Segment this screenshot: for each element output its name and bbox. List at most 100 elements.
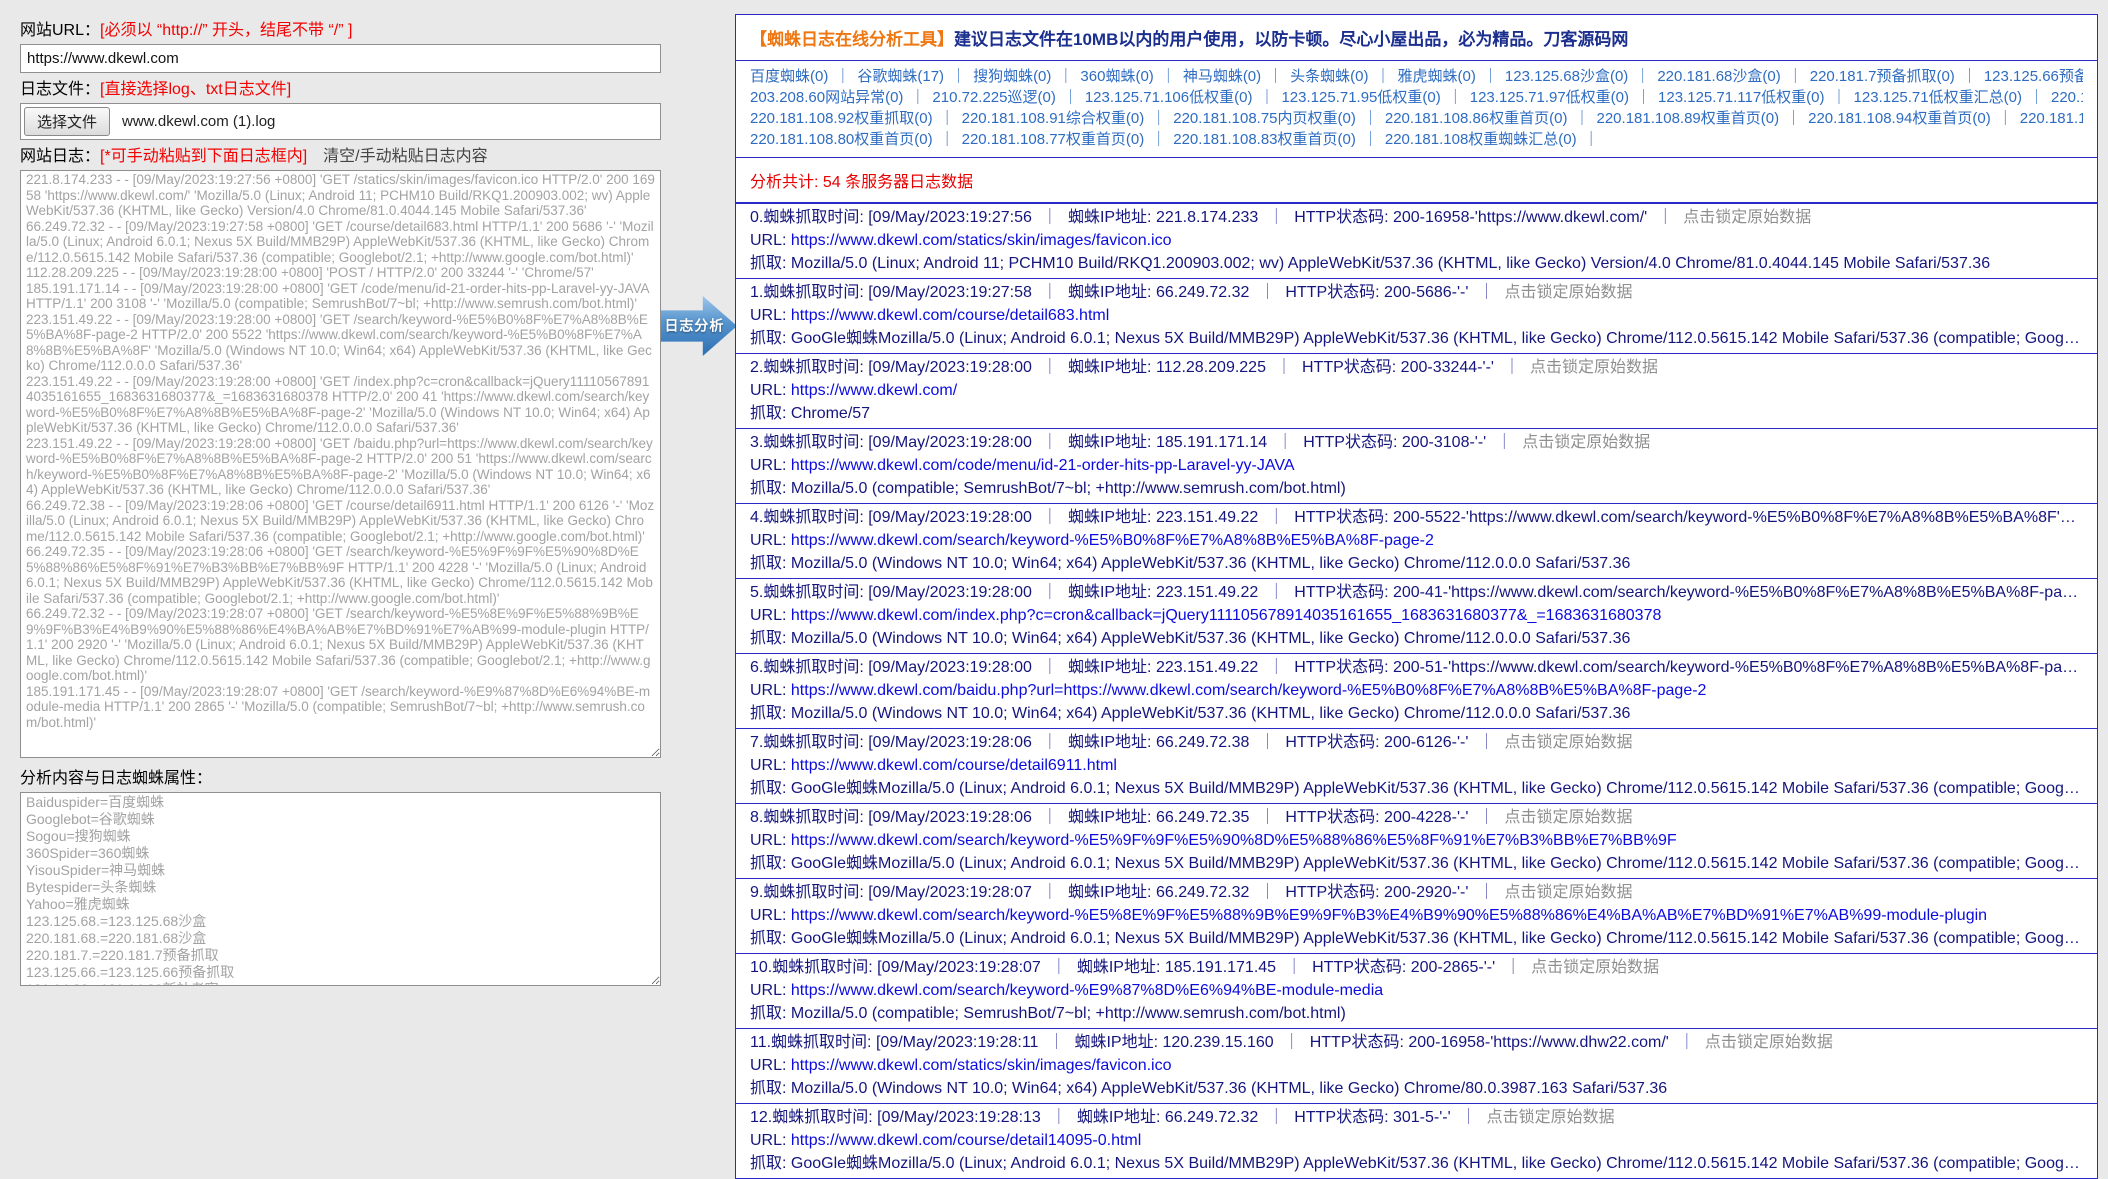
entry-url-line: URL: https://www.dkewl.com/ (750, 379, 2083, 402)
spider-filter-link[interactable]: 123.125.66预备抓取(0) (1984, 68, 2083, 85)
spider-filter-link[interactable]: 220.181.108.75内页权重(0) (1173, 110, 1356, 127)
separator: ｜ (835, 68, 851, 85)
entry-url-link[interactable]: https://www.dkewl.com/code/menu/id-21-or… (791, 457, 1295, 474)
choose-file-button[interactable]: 选择文件 (24, 107, 111, 136)
log-entry: 5.蜘蛛抓取时间: [09/May/2023:19:28:00 ｜ 蜘蛛IP地址: … (735, 578, 2098, 654)
clear-paste-log-link[interactable]: 清空/手动粘贴日志内容 (323, 148, 487, 165)
entry-http-status: HTTP状态码: 200-4228-'-' (1285, 809, 1469, 826)
lock-raw-data-link[interactable]: 点击锁定原始数据 (1504, 734, 1632, 751)
separator: ｜ (1268, 209, 1285, 226)
site-log-hint: [*可手动粘贴到下面日志框内] (100, 148, 308, 165)
lock-raw-data-link[interactable]: 点击锁定原始数据 (1504, 809, 1632, 826)
entry-ua-label: 抓取: (750, 855, 791, 872)
separator: ｜ (1478, 734, 1495, 751)
spider-filter-link[interactable]: 220.181.108权重蜘蛛汇总(0) (1385, 131, 1577, 148)
spider-filter-link[interactable]: 220.181.68沙盒(0) (1657, 68, 1780, 85)
entry-ua-value: GooGle蜘蛛Mozilla/5.0 (Linux; Android 6.0.… (790, 780, 2083, 797)
entry-meta-line: 9.蜘蛛抓取时间: [09/May/2023:19:28:07 ｜ 蜘蛛IP地址: … (750, 881, 2083, 904)
entry-meta-line: 1.蜘蛛抓取时间: [09/May/2023:19:27:58 ｜ 蜘蛛IP地址: … (750, 281, 2083, 304)
spider-filter-link[interactable]: 谷歌蜘蛛(17) (857, 68, 944, 85)
spider-filter-link[interactable]: 220.181.108.91综合权重(0) (962, 110, 1145, 127)
entry-url-link[interactable]: https://www.dkewl.com/baidu.php?url=http… (791, 682, 1707, 699)
spider-filter-link[interactable]: 360蜘蛛(0) (1080, 68, 1153, 85)
separator: ｜ (1574, 110, 1590, 127)
lock-raw-data-link[interactable]: 点击锁定原始数据 (1530, 359, 1658, 376)
spider-filter-row: 百度蜘蛛(0) ｜ 谷歌蜘蛛(17) ｜ 搜狗蜘蛛(0) ｜ 360蜘蛛(0) ｜ 神马蜘蛛(0… (750, 66, 2083, 87)
entry-meta-line: 2.蜘蛛抓取时间: [09/May/2023:19:28:00 ｜ 蜘蛛IP地址: … (750, 356, 2083, 379)
spider-filter-link[interactable]: 220.181.108.86权重首页(0) (1385, 110, 1568, 127)
analysis-summary: 分析共计: 54 条服务器日志数据 (735, 157, 2098, 203)
entry-url-link[interactable]: https://www.dkewl.com/index.php?c=cron&c… (791, 607, 1661, 624)
lock-raw-data-link[interactable]: 点击锁定原始数据 (1683, 209, 1811, 226)
entry-meta-line: 5.蜘蛛抓取时间: [09/May/2023:19:28:00 ｜ 蜘蛛IP地址: … (750, 581, 2083, 604)
spider-filter-link[interactable]: 123.125.71.106低权重(0) (1085, 89, 1253, 106)
spider-filter-link[interactable]: 220.181.108.77权重首页(0) (962, 131, 1145, 148)
entry-url-link[interactable]: https://www.dkewl.com/search/keyword-%E5… (791, 907, 1987, 924)
entry-url-link[interactable]: https://www.dkewl.com/statics/skin/image… (791, 1057, 1172, 1074)
lock-raw-data-link[interactable]: 点击锁定原始数据 (1522, 434, 1650, 451)
lock-raw-data-link[interactable]: 点击锁定原始数据 (1504, 884, 1632, 901)
entry-spider-ip: 蜘蛛IP地址: 112.28.209.225 (1067, 359, 1266, 376)
spider-filter-link[interactable]: 220.181.108.92权重抓取(0) (750, 110, 933, 127)
entry-ua-line: 抓取: Mozilla/5.0 (Windows NT 10.0; Win64;… (750, 552, 2083, 575)
spider-filter-link[interactable]: 123.125.71低权重汇总(0) (1854, 89, 2022, 106)
file-input[interactable]: 选择文件 www.dkewl.com (1).log (20, 103, 661, 140)
entry-url-link[interactable]: https://www.dkewl.com/ (791, 382, 957, 399)
spider-filter-link[interactable]: 搜狗蜘蛛(0) (973, 68, 1051, 85)
spider-filter-link[interactable]: 头条蜘蛛(0) (1290, 68, 1368, 85)
entry-url-link[interactable]: https://www.dkewl.com/course/detail6911.… (791, 757, 1117, 774)
entry-url-line: URL: https://www.dkewl.com/search/keywor… (750, 904, 2083, 927)
entry-url-link[interactable]: https://www.dkewl.com/search/keyword-%E5… (791, 532, 1434, 549)
spider-filter-link[interactable]: 220.181.108.89权重首页(0) (1597, 110, 1780, 127)
spider-attr-textarea[interactable]: Baiduspider=百度蜘蛛 Googlebot=谷歌蜘蛛 Sogou=搜狗… (20, 792, 661, 986)
entry-http-status: HTTP状态码: 200-41-'https://www.dkewl.com/s… (1294, 584, 2083, 601)
entry-url-line: URL: https://www.dkewl.com/code/menu/id-… (750, 454, 2083, 477)
entry-url-link[interactable]: https://www.dkewl.com/statics/skin/image… (791, 232, 1172, 249)
spider-filter-link[interactable]: 220.181.108.95隔日快照(0) (2051, 89, 2083, 106)
spider-filter-link[interactable]: 123.125.71.117低权重(0) (1658, 89, 1825, 106)
spider-filter-link[interactable]: 220.181.7预备抓取(0) (1810, 68, 1955, 85)
spider-filter-link[interactable]: 雅虎蜘蛛(0) (1398, 68, 1476, 85)
entry-http-status: HTTP状态码: 301-5-'-' (1294, 1109, 1451, 1126)
separator: ｜ (951, 68, 967, 85)
separator: ｜ (1375, 68, 1391, 85)
entry-crawl-time: 0.蜘蛛抓取时间: [09/May/2023:19:27:56 (750, 209, 1032, 226)
entry-url-link[interactable]: https://www.dkewl.com/course/detail683.h… (791, 307, 1109, 324)
raw-log-textarea[interactable]: 221.8.174.233 - - [09/May/2023:19:27:56 … (20, 170, 661, 758)
entry-url-link[interactable]: https://www.dkewl.com/search/keyword-%E9… (791, 982, 1383, 999)
spider-filter-link[interactable]: 203.208.60网站异常(0) (750, 89, 903, 106)
spider-filter-link[interactable]: 210.72.225巡逻(0) (932, 89, 1055, 106)
entry-ua-label: 抓取: (750, 1080, 791, 1097)
entry-spider-ip: 蜘蛛IP地址: 66.249.72.32 (1076, 1109, 1259, 1126)
spider-filter-link[interactable]: 220.181.108.83权重首页(0) (1173, 131, 1356, 148)
separator: ｜ (1041, 659, 1058, 676)
entry-crawl-time: 2.蜘蛛抓取时间: [09/May/2023:19:28:00 (750, 359, 1032, 376)
lock-raw-data-link[interactable]: 点击锁定原始数据 (1705, 1034, 1833, 1051)
lock-raw-data-link[interactable]: 点击锁定原始数据 (1504, 284, 1632, 301)
entry-url-link[interactable]: https://www.dkewl.com/course/detail14095… (791, 1132, 1141, 1149)
separator: ｜ (1678, 1034, 1695, 1051)
separator: ｜ (910, 89, 926, 106)
lock-raw-data-link[interactable]: 点击锁定原始数据 (1531, 959, 1659, 976)
entry-ua-value: GooGle蜘蛛Mozilla/5.0 (Linux; Android 6.0.… (790, 330, 2083, 347)
entry-ua-value: Mozilla/5.0 (Linux; Android 11; PCHM10 B… (790, 255, 1991, 272)
spider-filter-link[interactable]: 123.125.68沙盒(0) (1505, 68, 1628, 85)
entry-ua-label: 抓取: (750, 780, 791, 797)
spider-filter-link[interactable]: 123.125.71.95低权重(0) (1281, 89, 1440, 106)
lock-raw-data-link[interactable]: 点击锁定原始数据 (1487, 1109, 1615, 1126)
entry-spider-ip: 蜘蛛IP地址: 185.191.171.14 (1067, 434, 1268, 451)
entry-ua-value: Mozilla/5.0 (Windows NT 10.0; Win64; x64… (790, 555, 1631, 572)
spider-filter-link[interactable]: 百度蜘蛛(0) (750, 68, 828, 85)
spider-filter-row: 220.181.108.80权重首页(0) ｜ 220.181.108.77权重首页… (750, 129, 2083, 150)
spider-filter-link[interactable]: 123.125.71.97低权重(0) (1470, 89, 1629, 106)
spider-filter-link[interactable]: 220.181.108.97权重首页(0) (2020, 110, 2083, 127)
separator: ｜ (1259, 734, 1276, 751)
analyze-log-button[interactable]: 日志分析 (661, 296, 737, 356)
spider-filter-link[interactable]: 220.181.108.80权重首页(0) (750, 131, 933, 148)
spider-filter-link[interactable]: 220.181.108.94权重首页(0) (1808, 110, 1991, 127)
site-url-input[interactable] (20, 44, 661, 73)
entry-url-label: URL: (750, 682, 791, 699)
spider-filter-link[interactable]: 神马蜘蛛(0) (1183, 68, 1261, 85)
separator: ｜ (1496, 434, 1513, 451)
entry-url-link[interactable]: https://www.dkewl.com/search/keyword-%E5… (791, 832, 1677, 849)
